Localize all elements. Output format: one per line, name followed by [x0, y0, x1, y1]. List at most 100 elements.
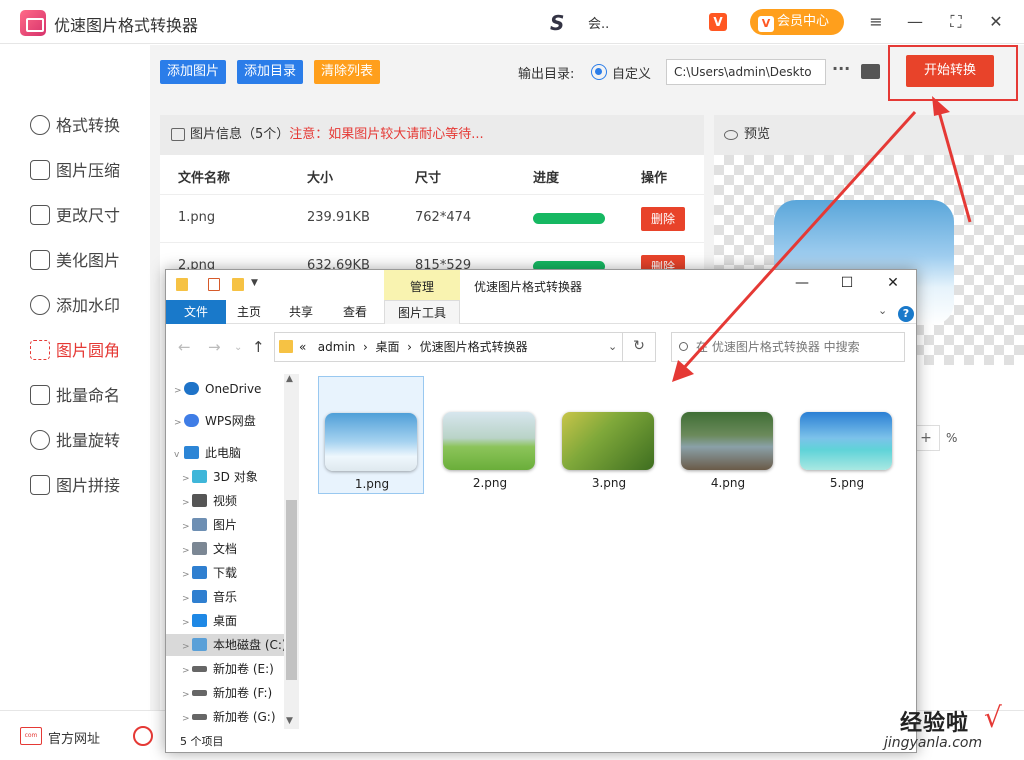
breadcrumb-desktop[interactable]: 桌面: [376, 340, 400, 354]
back-arrow-icon[interactable]: ←: [178, 338, 191, 356]
user-name[interactable]: 会..: [588, 13, 609, 32]
help-icon[interactable]: ?: [898, 306, 914, 322]
scroll-down-icon[interactable]: ▼: [286, 716, 293, 726]
expand-arrow-icon[interactable]: >: [182, 636, 192, 658]
properties-icon[interactable]: [208, 278, 220, 291]
scroll-up-icon[interactable]: ▲: [286, 374, 293, 384]
delete-button[interactable]: 删除: [641, 207, 685, 231]
expand-arrow-icon[interactable]: >: [182, 564, 192, 586]
tab-picture-tools[interactable]: 图片工具: [384, 300, 460, 324]
refresh-icon[interactable]: ↻: [622, 332, 655, 362]
folder-icon[interactable]: [861, 64, 880, 79]
tree-item-wps[interactable]: > WPS网盘: [166, 410, 284, 432]
file-item-5[interactable]: 5.png: [794, 376, 900, 494]
tree-item-volume-g[interactable]: > 新加卷 (G:): [166, 706, 284, 728]
new-folder-icon[interactable]: [232, 278, 244, 291]
address-bar[interactable]: « admin › 桌面 › 优速图片格式转换器 ⌄: [274, 332, 656, 362]
add-image-button[interactable]: 添加图片: [160, 60, 227, 84]
expand-arrow-icon[interactable]: >: [182, 468, 192, 490]
tree-item-3d-objects[interactable]: >3D 对象: [166, 466, 284, 488]
website-link[interactable]: 官方网址: [48, 728, 100, 747]
user-avatar[interactable]: S: [550, 11, 578, 35]
ribbon-expand-icon[interactable]: ⌄: [878, 304, 887, 317]
forward-arrow-icon[interactable]: →: [208, 338, 221, 356]
search-input[interactable]: 在 优速图片格式转换器 中搜索: [671, 332, 905, 362]
sidebar-item-stitch[interactable]: 图片拼接: [30, 471, 120, 501]
tree-item-videos[interactable]: > 视频: [166, 490, 284, 512]
manage-tab[interactable]: 管理: [384, 270, 460, 300]
address-dropdown-icon[interactable]: ⌄: [608, 333, 617, 361]
up-arrow-icon[interactable]: ↑: [252, 338, 265, 356]
expand-arrow-icon[interactable]: >: [174, 412, 184, 434]
expand-arrow-icon[interactable]: >: [182, 612, 192, 634]
minimize-icon[interactable]: —: [788, 275, 816, 295]
expand-arrow-icon[interactable]: >: [182, 660, 192, 682]
breadcrumb-app-folder[interactable]: 优速图片格式转换器: [420, 340, 528, 354]
breadcrumb-prefix[interactable]: «: [299, 340, 306, 354]
tree-item-documents[interactable]: > 文档: [166, 538, 284, 560]
resize-icon: [30, 205, 50, 225]
breadcrumb-separator: ›: [407, 340, 412, 354]
tree-item-label: 新加卷 (G:): [213, 710, 276, 724]
navigation-pane: > OneDrive > WPS网盘 v 此电脑 >3D 对象 > 视频 > 图片 > 文档…: [166, 368, 300, 731]
recent-dropdown-icon[interactable]: ⌄: [234, 342, 242, 353]
menu-icon[interactable]: ≡: [864, 10, 888, 34]
tree-item-music[interactable]: > 音乐: [166, 586, 284, 608]
tree-scrollbar[interactable]: ▲ ▼: [284, 374, 299, 729]
tree-item-pictures[interactable]: > 图片: [166, 514, 284, 536]
quick-access-dropdown-icon[interactable]: ▼: [251, 278, 261, 288]
tab-home[interactable]: 主页: [226, 300, 272, 324]
file-item-1[interactable]: 1.png: [318, 376, 424, 494]
sidebar-item-compress[interactable]: 图片压缩: [30, 156, 120, 186]
sidebar-item-watermark[interactable]: 添加水印: [30, 291, 120, 321]
tree-item-this-pc[interactable]: v 此电脑: [166, 442, 284, 464]
expand-arrow-icon[interactable]: >: [182, 708, 192, 730]
start-convert-button[interactable]: 开始转换: [906, 55, 994, 87]
tree-item-desktop[interactable]: > 桌面: [166, 610, 284, 632]
tab-share[interactable]: 共享: [274, 300, 328, 324]
tab-file[interactable]: 文件: [166, 300, 226, 324]
maximize-icon[interactable]: ⛶: [944, 10, 968, 34]
support-icon[interactable]: [133, 726, 153, 746]
expand-arrow-icon[interactable]: >: [174, 380, 184, 402]
sidebar-item-resize[interactable]: 更改尺寸: [30, 201, 120, 231]
custom-radio-label[interactable]: 自定义: [612, 63, 651, 82]
vip-badge-icon[interactable]: V: [709, 13, 727, 31]
status-bar: 5 个项目: [180, 735, 224, 748]
tree-item-downloads[interactable]: > 下载: [166, 562, 284, 584]
vip-center-button[interactable]: V 会员中心: [750, 9, 844, 35]
file-item-4[interactable]: 4.png: [675, 376, 781, 494]
expand-arrow-icon[interactable]: >: [182, 588, 192, 610]
expand-arrow-icon[interactable]: >: [182, 516, 192, 538]
sidebar-item-beautify[interactable]: 美化图片: [30, 246, 120, 276]
expand-arrow-icon[interactable]: >: [182, 540, 192, 562]
sidebar-item-rename[interactable]: 批量命名: [30, 381, 120, 411]
breadcrumb-admin[interactable]: admin: [318, 340, 356, 354]
collapse-arrow-icon[interactable]: v: [174, 444, 184, 466]
tree-item-volume-f[interactable]: > 新加卷 (F:): [166, 682, 284, 704]
expand-arrow-icon[interactable]: >: [182, 492, 192, 514]
close-icon[interactable]: ✕: [879, 275, 907, 295]
convert-icon: [30, 115, 50, 135]
website-icon[interactable]: com: [20, 727, 42, 745]
thumbnail: [443, 412, 535, 470]
tree-item-volume-e[interactable]: > 新加卷 (E:): [166, 658, 284, 680]
maximize-icon[interactable]: ☐: [833, 275, 861, 295]
add-directory-button[interactable]: 添加目录: [237, 60, 304, 84]
file-item-3[interactable]: 3.png: [556, 376, 662, 494]
close-icon[interactable]: ✕: [984, 10, 1008, 34]
scrollbar-thumb[interactable]: [286, 500, 297, 680]
expand-arrow-icon[interactable]: >: [182, 684, 192, 706]
tree-item-onedrive[interactable]: > OneDrive: [166, 378, 284, 400]
clear-list-button[interactable]: 清除列表: [314, 60, 381, 84]
minimize-icon[interactable]: —: [903, 10, 927, 34]
sidebar-item-round-corner[interactable]: 图片圆角: [30, 336, 120, 366]
sidebar-item-format-convert[interactable]: 格式转换: [30, 111, 120, 141]
output-path-field[interactable]: C:\Users\admin\Deskto: [666, 59, 826, 85]
custom-radio[interactable]: [591, 64, 607, 80]
more-icon[interactable]: ···: [832, 59, 850, 78]
tree-item-local-disk-c[interactable]: > 本地磁盘 (C:): [166, 634, 287, 658]
tab-view[interactable]: 查看: [330, 300, 380, 324]
file-item-2[interactable]: 2.png: [437, 376, 543, 494]
sidebar-item-rotate[interactable]: 批量旋转: [30, 426, 120, 456]
